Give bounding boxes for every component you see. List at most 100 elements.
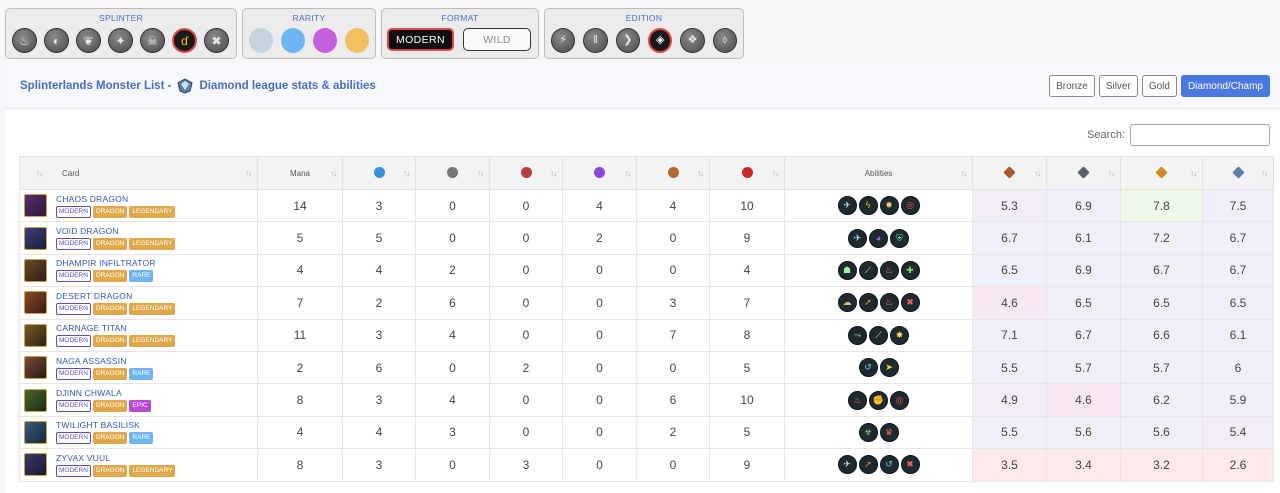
silver-rating-cell: 6.5	[1046, 286, 1121, 320]
trample-ability-icon[interactable]: ⤳	[848, 325, 867, 345]
column-silver[interactable]: ↑↓	[1046, 156, 1121, 190]
card-name-link[interactable]: ZYVAX VUUL	[56, 453, 175, 464]
card-name-link[interactable]: TWILIGHT BASILISK	[56, 420, 153, 431]
legendary-icon[interactable]	[345, 28, 369, 53]
dragon-icon[interactable]: ɗ	[172, 28, 197, 53]
card-name-link[interactable]: DHAMPIR INFILTRATOR	[56, 258, 156, 269]
column-armor[interactable]: ↑↓	[636, 156, 710, 190]
column-diamond[interactable]: ↑↓	[1202, 156, 1274, 190]
table-row[interactable]: CHAOS DRAGON MODERN DRAGON LEGENDARY 14 3 0 0 4 4…	[19, 188, 1274, 223]
league-button-gold[interactable]: Gold	[1141, 75, 1177, 97]
silence-ability-icon[interactable]: ✖	[900, 455, 920, 475]
edition-5-icon[interactable]: ❖	[680, 28, 705, 53]
life-icon[interactable]: ✦	[108, 28, 133, 53]
table-row[interactable]: DESERT DRAGON MODERN DRAGON LEGENDARY 7 2 6 0 0 3…	[19, 286, 1274, 320]
search-input[interactable]	[1130, 124, 1270, 146]
table-row[interactable]: CARNAGE TITAN MODERN DRAGON LEGENDARY 11 3 4 0 0…	[19, 318, 1274, 352]
dust-ability-icon[interactable]: ☁	[837, 293, 857, 313]
column-health[interactable]: ↑↓	[709, 156, 785, 190]
column-bronze[interactable]: ↑↓	[972, 156, 1047, 190]
target-ability-icon[interactable]: ◎	[890, 390, 909, 410]
table-row[interactable]: TWILIGHT BASILISK MODERN DRAGON RARE 4 4 3 0 0 2 5…	[19, 415, 1274, 450]
table-row[interactable]: DHAMPIR INFILTRATOR MODERN DRAGON RARE 4 4 2 0 0…	[19, 253, 1274, 288]
league-button-bronze[interactable]: Bronze	[1049, 75, 1095, 97]
card-name-link[interactable]: DESERT DRAGON	[56, 291, 175, 302]
card-thumbnail[interactable]	[24, 291, 47, 315]
card-name-link[interactable]: CHAOS DRAGON	[56, 194, 175, 205]
table-row[interactable]: VOID DRAGON MODERN DRAGON LEGENDARY 5 5 0 0 2 0 9 ✈…	[19, 221, 1274, 255]
card-name-link[interactable]: CARNAGE TITAN	[56, 323, 175, 334]
card-thumbnail[interactable]	[24, 226, 47, 250]
slash-ability-icon[interactable]: ⟋	[869, 325, 888, 345]
flying-ability-icon[interactable]: ✈	[837, 455, 857, 475]
common-icon[interactable]	[249, 28, 273, 53]
poison-ability-icon[interactable]: ☣	[858, 422, 878, 442]
column-ranged[interactable]: ↑↓	[489, 156, 563, 190]
card-name-link[interactable]: NAGA ASSASSIN	[56, 356, 153, 367]
earth-icon[interactable]: ❦	[76, 28, 101, 53]
column-gold[interactable]: ↑↓	[1120, 156, 1203, 190]
card-thumbnail[interactable]	[24, 356, 47, 380]
column-card[interactable]: Card ↑↓ ↑↓	[19, 156, 258, 190]
water-icon[interactable]: ◐	[44, 28, 69, 53]
burst-ability-icon[interactable]: ✸	[879, 196, 899, 216]
rare-icon[interactable]	[281, 28, 305, 53]
table-row[interactable]: ZYVAX VUUL MODERN DRAGON LEGENDARY 8 3 0 3 0 0 9 ✈ ➚…	[19, 448, 1274, 482]
league-button-silver[interactable]: Silver	[1098, 75, 1138, 97]
fire-ability-icon[interactable]: ♨	[879, 260, 899, 280]
column-melee[interactable]: ↑↓	[415, 156, 490, 190]
column-magic[interactable]: ↑↓	[562, 156, 637, 190]
edition-2-icon[interactable]: ‖	[583, 28, 608, 53]
column-abilities[interactable]: Abilities ↑↓	[784, 156, 973, 190]
neutral-icon[interactable]: ✖	[204, 28, 229, 53]
edition-3-icon[interactable]: ❯	[615, 28, 640, 53]
edition-4-icon[interactable]: ◈	[647, 28, 673, 53]
format-modern-button[interactable]: MODERN	[387, 28, 454, 51]
strike-ability-icon[interactable]: ➤	[879, 358, 899, 378]
arrow-ability-icon[interactable]: ➚	[858, 455, 878, 475]
burst-ability-icon[interactable]: ✸	[890, 325, 909, 345]
sneak-ability-icon[interactable]: ☗	[837, 260, 857, 280]
cleanse-ability-icon[interactable]: ✚	[900, 260, 920, 280]
edition-options: ⚡ ‖ ❯ ◈ ❖ ⬨	[551, 28, 738, 53]
epic-icon[interactable]	[313, 28, 337, 53]
fire-ability-icon[interactable]: ♨	[879, 293, 899, 313]
card-thumbnail[interactable]	[24, 194, 47, 218]
death-icon[interactable]: ☠	[140, 28, 165, 53]
lightning-ability-icon[interactable]: ϟ	[858, 196, 878, 216]
ranged-cell: 2	[489, 350, 563, 385]
table-row[interactable]: NAGA ASSASSIN MODERN DRAGON RARE 2 6 0 2 0 0 5 ↺ ➤ 5.…	[19, 350, 1274, 385]
page-title-suffix: Diamond league stats & abilities	[199, 80, 376, 92]
card-name-link[interactable]: VOID DRAGON	[56, 226, 175, 237]
fist-ability-icon[interactable]: ✊	[869, 390, 888, 410]
card-thumbnail[interactable]	[24, 323, 47, 347]
void-ability-icon[interactable]: ◕	[869, 228, 888, 248]
card-thumbnail[interactable]	[24, 453, 47, 477]
slash-ability-icon[interactable]: ⟋	[858, 260, 878, 280]
sort-icon: ↑↓	[1261, 169, 1268, 178]
dodge-ability-icon[interactable]: ↺	[858, 358, 878, 378]
league-button-diamond-champ[interactable]: Diamond/Champ	[1180, 75, 1270, 97]
table-row[interactable]: DJINN CHWALA MODERN DRAGON EPIC 8 3 4 0 0 6 10 ♨ ✊ ◎ 4…	[19, 383, 1274, 417]
column-mana[interactable]: Mana ↑↓	[257, 156, 343, 190]
flying-ability-icon[interactable]: ✈	[848, 228, 867, 248]
edition-6-icon[interactable]: ⬨	[712, 28, 738, 53]
card-name-link[interactable]: DJINN CHWALA	[56, 388, 151, 399]
target-ability-icon[interactable]: ◎	[900, 196, 920, 216]
flying-ability-icon[interactable]: ✈	[837, 196, 857, 216]
sort-icon: ↑↓	[1034, 169, 1041, 178]
column-speed[interactable]: ↑↓	[342, 156, 416, 190]
silence-ability-icon[interactable]: ✖	[900, 293, 920, 313]
dodge-ability-icon[interactable]: ↺	[879, 455, 899, 475]
shield-ability-icon[interactable]: ⛨	[890, 228, 909, 248]
card-thumbnail[interactable]	[24, 258, 47, 282]
card-thumbnail[interactable]	[24, 420, 47, 444]
rage-ability-icon[interactable]: ♛	[879, 422, 899, 442]
edition-1-icon[interactable]: ⚡	[551, 28, 576, 53]
arrow-ability-icon[interactable]: ➚	[858, 293, 878, 313]
card-thumbnail[interactable]	[24, 388, 47, 412]
silver-rating-cell: 4.6	[1046, 383, 1121, 417]
fire-ability-icon[interactable]: ♨	[848, 390, 867, 410]
fire-icon[interactable]: ♨	[12, 28, 37, 53]
format-wild-button[interactable]: WILD	[463, 28, 531, 51]
